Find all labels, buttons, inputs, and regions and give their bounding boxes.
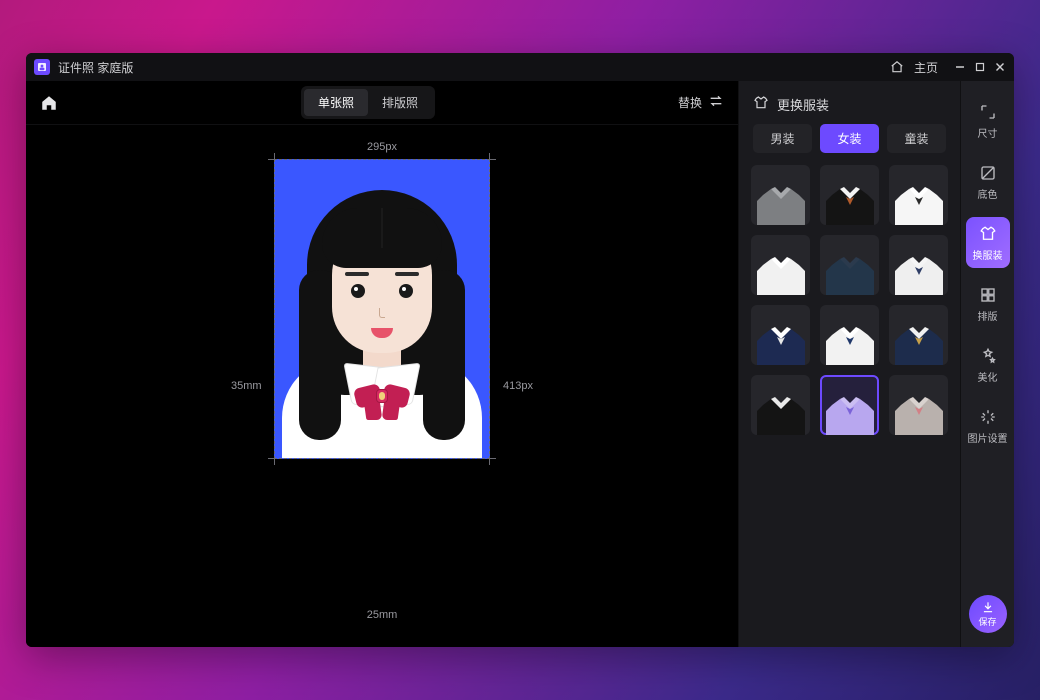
tab-female[interactable]: 女装 (820, 124, 879, 153)
app-title: 证件照 家庭版 (58, 59, 133, 76)
replace-button[interactable]: 替换 (678, 93, 724, 112)
rail-background-label: 底色 (978, 186, 998, 201)
titlebar-home-link[interactable]: 主页 (914, 59, 938, 76)
outfit-option[interactable] (820, 235, 879, 295)
save-button[interactable]: 保存 (969, 595, 1007, 633)
outfit-option[interactable] (820, 165, 879, 225)
rail-clothes[interactable]: 换服装 (966, 217, 1010, 268)
outfit-option[interactable] (889, 165, 948, 225)
panel-title: 更换服装 (777, 95, 829, 114)
app-logo-icon (34, 59, 50, 75)
outfit-option[interactable] (751, 235, 810, 295)
swap-icon (708, 93, 724, 112)
title-bar-right: 主页 (890, 59, 1006, 76)
dimension-height-px: 413px (503, 380, 533, 392)
segmented-layout[interactable]: 排版照 (368, 89, 432, 116)
rail-size-label: 尺寸 (978, 125, 998, 140)
dimension-width-mm: 25mm (367, 609, 398, 621)
segmented-single[interactable]: 单张照 (304, 89, 368, 116)
rail-background[interactable]: 底色 (966, 156, 1010, 207)
outfit-option[interactable] (820, 375, 879, 435)
outfit-option[interactable] (751, 375, 810, 435)
outfit-option[interactable] (889, 235, 948, 295)
outfit-grid (739, 165, 960, 435)
tab-male[interactable]: 男装 (753, 124, 812, 153)
window-maximize-icon[interactable] (974, 61, 986, 73)
rail-image-settings[interactable]: 图片设置 (966, 400, 1010, 451)
rail-layout[interactable]: 排版 (966, 278, 1010, 329)
view-mode-segmented: 单张照 排版照 (301, 86, 435, 119)
window-minimize-icon[interactable] (954, 61, 966, 73)
title-bar: 证件照 家庭版 主页 (26, 53, 1014, 81)
outfit-option[interactable] (751, 305, 810, 365)
app-window: 证件照 家庭版 主页 单张照 排版照 (26, 53, 1014, 647)
gender-tabs: 男装 女装 童装 (739, 124, 960, 165)
outfit-option[interactable] (889, 375, 948, 435)
replace-label: 替换 (678, 94, 702, 111)
editor-toolbar: 单张照 排版照 替换 (26, 81, 738, 125)
rail-clothes-label: 换服装 (973, 247, 1003, 262)
tab-child[interactable]: 童装 (887, 124, 946, 153)
toolbar-home-icon[interactable] (40, 94, 58, 112)
window-close-icon[interactable] (994, 61, 1006, 73)
editor-pane: 单张照 排版照 替换 295px 25mm 35mm 413px (26, 81, 738, 647)
photo-preview[interactable] (274, 159, 490, 459)
home-icon[interactable] (890, 60, 904, 74)
rail-image-settings-label: 图片设置 (968, 430, 1008, 445)
shirt-icon (753, 95, 769, 114)
outfit-option[interactable] (820, 305, 879, 365)
canvas-area: 295px 25mm 35mm 413px (26, 125, 738, 647)
rail-size[interactable]: 尺寸 (966, 95, 1010, 146)
dimension-height-mm: 35mm (231, 380, 262, 392)
outfit-option[interactable] (751, 165, 810, 225)
save-label: 保存 (978, 615, 996, 628)
portrait-illustration (275, 160, 489, 458)
rail-layout-label: 排版 (978, 308, 998, 323)
rail-beautify-label: 美化 (978, 369, 998, 384)
dimension-width-px: 295px (367, 141, 397, 153)
tool-rail: 尺寸 底色 换服装 排版 美化 图片设置 (960, 81, 1014, 647)
rail-beautify[interactable]: 美化 (966, 339, 1010, 390)
outfit-option[interactable] (889, 305, 948, 365)
clothing-panel: 更换服装 男装 女装 童装 (738, 81, 960, 647)
